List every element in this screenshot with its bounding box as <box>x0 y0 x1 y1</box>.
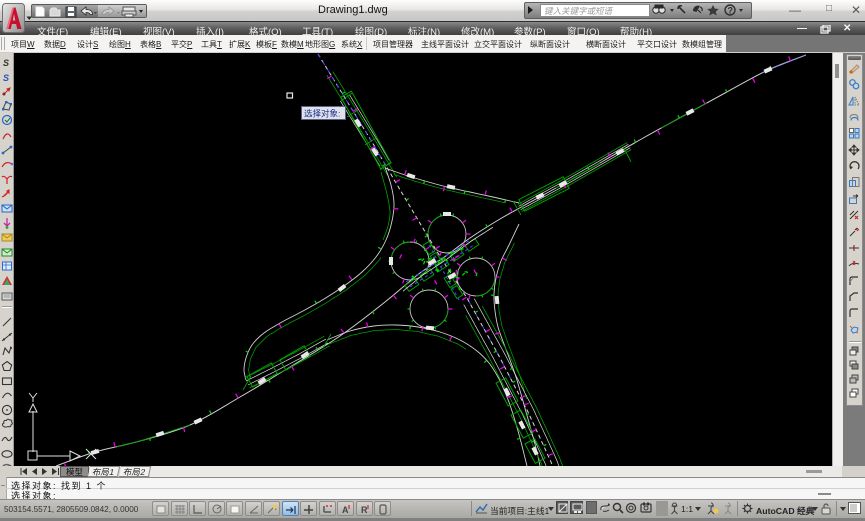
svg-text:S: S <box>3 58 9 68</box>
svg-text:S: S <box>3 73 9 83</box>
svg-text:?: ? <box>728 6 734 16</box>
svg-text:A: A <box>342 505 349 515</box>
svg-text:R: R <box>361 505 368 515</box>
svg-text:选择对象:: 选择对象: <box>304 109 340 119</box>
